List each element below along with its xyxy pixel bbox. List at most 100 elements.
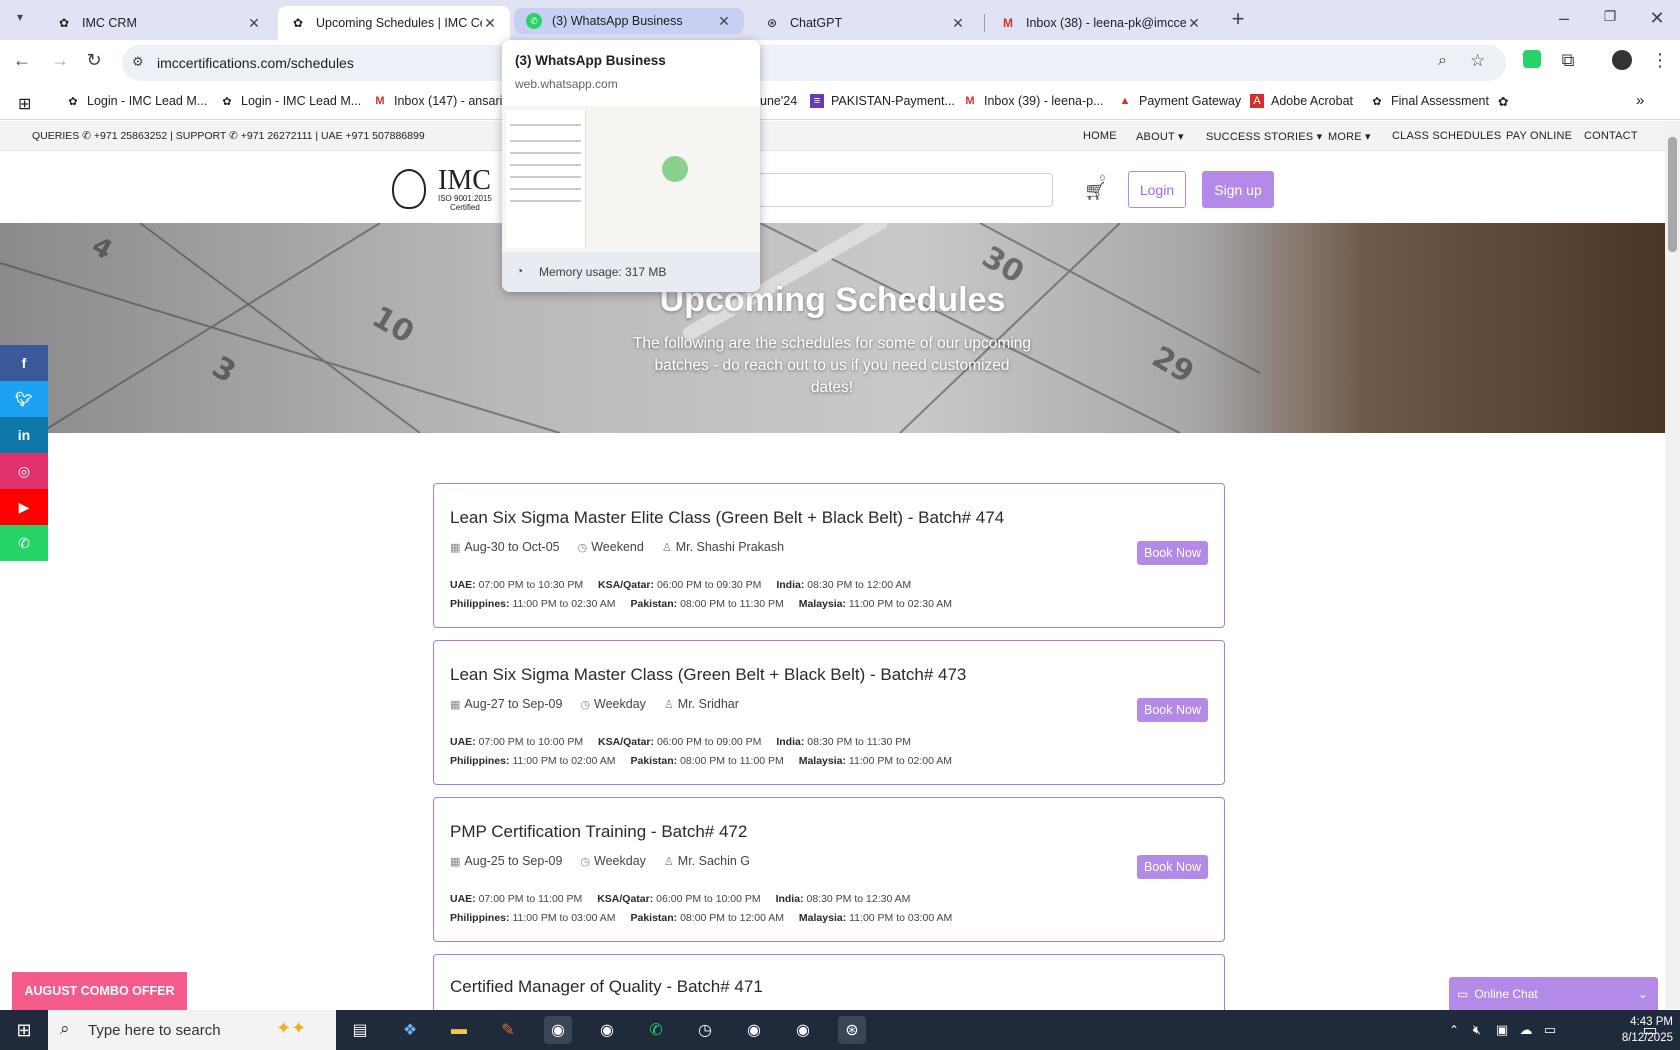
bookmark-item[interactable]: ✿ Final Assessment: [1370, 94, 1489, 108]
tab-whatsapp-business[interactable]: ✆ (3) WhatsApp Business ✕: [514, 8, 744, 34]
zoom-icon[interactable]: ⌕: [1438, 52, 1447, 70]
bookmarks-bar: ⊞ ✿ Login - IMC Lead M... ✿ Login - IMC Le…: [0, 86, 1680, 120]
combo-offer-button[interactable]: AUGUST COMBO OFFER: [12, 972, 187, 1010]
notifications-icon[interactable]: ▭: [1636, 1016, 1664, 1044]
site-info-icon[interactable]: ⚙: [132, 54, 144, 70]
extensions-icon[interactable]: ⧉: [1556, 50, 1580, 71]
online-chat-widget[interactable]: ▭ Online Chat ⌄: [1449, 977, 1658, 1010]
svg-text:29: 29: [1146, 340, 1200, 391]
tab-chatgpt[interactable]: ⊛ ChatGPT ✕: [752, 6, 978, 40]
chrome-icon[interactable]: ◉: [789, 1016, 817, 1044]
taskbar-search-input[interactable]: ⌕ Type here to search ✦✦: [48, 1010, 336, 1050]
twitter-icon[interactable]: 🐦︎: [0, 381, 48, 417]
window-close-icon[interactable]: ✕: [1645, 8, 1669, 29]
login-button[interactable]: Login: [1128, 171, 1186, 208]
forward-icon[interactable]: →: [48, 50, 72, 71]
bookmark-item[interactable]: ✿ Login - IMC Lead M...: [66, 94, 207, 108]
book-now-button[interactable]: Book Now: [1137, 541, 1208, 565]
instagram-icon[interactable]: ◎: [0, 453, 48, 489]
volume-muted-icon[interactable]: 🔇︎: [1463, 1016, 1491, 1044]
bookmark-label: PAKISTAN-Payment...: [831, 94, 955, 108]
tab-title: IMC CRM: [82, 16, 137, 30]
schedule-card: PMP Certification Training - Batch# 472 …: [433, 797, 1225, 942]
course-meta: ▦ Aug-30 to Oct-05 ◷ Weekend ♙ Mr. Shashi P…: [450, 540, 784, 554]
reload-icon[interactable]: ↻: [82, 50, 106, 71]
copilot-icon[interactable]: ❖: [396, 1016, 424, 1044]
whatsapp-icon[interactable]: ✆: [642, 1016, 670, 1044]
book-now-button[interactable]: Book Now: [1137, 855, 1208, 879]
new-tab-button[interactable]: +: [1226, 6, 1250, 32]
close-icon[interactable]: ✕: [246, 15, 262, 32]
chrome-icon[interactable]: ◉: [544, 1016, 572, 1044]
bookmark-item[interactable]: A Adobe Acrobat: [1250, 94, 1353, 108]
bookmark-item[interactable]: ≡ PAKISTAN-Payment...: [810, 94, 955, 108]
task-view-icon[interactable]: ▤: [346, 1016, 374, 1044]
bookmark-item[interactable]: M Inbox (39) - leena-p...: [963, 94, 1103, 108]
chrome-icon[interactable]: ◉: [740, 1016, 768, 1044]
preview-thumbnail: [502, 106, 760, 252]
timings-row: UAE: 07:00 PM to 10:30 PM KSA/Qatar: 06:…: [450, 579, 912, 591]
hero-banner: 4 10 3 29 30 Upcoming Schedules The foll…: [0, 223, 1665, 433]
bookmark-item[interactable]: une'24: [760, 94, 797, 108]
tab-gmail-inbox[interactable]: M Inbox (38) - leena-pk@imccerti ✕: [988, 6, 1214, 40]
chrome-icon[interactable]: ◉: [593, 1016, 621, 1044]
chat-label: Online Chat: [1474, 986, 1538, 1001]
tab-imc-crm[interactable]: ✿ IMC CRM ✕: [44, 6, 274, 40]
bookmark-item[interactable]: M Inbox (147) - ansaril...: [373, 94, 515, 108]
tab-search-icon[interactable]: ▾: [8, 10, 32, 24]
timings-row: UAE: 07:00 PM to 10:00 PM KSA/Qatar: 06:…: [450, 736, 911, 748]
profile-avatar[interactable]: [1610, 50, 1634, 75]
address-bar[interactable]: ⚙ imccertifications.com/schedules ⌕ ☆: [122, 45, 1506, 81]
nav-home[interactable]: HOME: [1083, 130, 1117, 142]
chevron-down-icon[interactable]: ⌄: [1638, 987, 1648, 1001]
nav-class-schedules[interactable]: CLASS SCHEDULES: [1392, 130, 1501, 142]
book-now-button[interactable]: Book Now: [1137, 698, 1208, 722]
tab-separator: [984, 14, 985, 32]
timings-row: Philippines: 11:00 PM to 02:30 AM Pakist…: [450, 598, 953, 610]
minimize-icon[interactable]: –: [1552, 8, 1576, 29]
course-meta: ▦ Aug-25 to Sep-09 ◷ Weekday ♙ Mr. Sachin G: [450, 854, 750, 868]
close-icon[interactable]: ✕: [482, 15, 498, 32]
chatgpt-icon[interactable]: ⊛: [838, 1016, 866, 1044]
close-icon[interactable]: ✕: [1186, 15, 1202, 32]
chatgpt-icon: ⊛: [766, 16, 778, 30]
site-header: IMC ISO 9001:2015 Certified 🛒︎ 0 Login S…: [0, 151, 1665, 223]
menu-icon[interactable]: ⋮: [1648, 50, 1672, 71]
restore-icon[interactable]: ❐: [1598, 8, 1622, 25]
network-icon[interactable]: ▭: [1536, 1016, 1564, 1044]
nav-more[interactable]: MORE ▾: [1328, 130, 1371, 143]
search-placeholder: Type here to search: [88, 1021, 221, 1039]
back-icon[interactable]: ←: [10, 50, 34, 71]
imc-favicon-icon[interactable]: ✿: [1498, 94, 1508, 109]
preview-url: web.whatsapp.com: [515, 77, 618, 91]
tab-upcoming-schedules[interactable]: ✿ Upcoming Schedules | IMC Cer ✕: [278, 6, 510, 40]
close-icon[interactable]: ✕: [716, 13, 732, 30]
whatsapp-icon[interactable]: ✆: [0, 525, 48, 561]
more-bookmarks-icon[interactable]: »: [1636, 92, 1644, 109]
url-text[interactable]: imccertifications.com/schedules: [157, 55, 354, 71]
bookmark-star-icon[interactable]: ☆: [1470, 51, 1485, 71]
site-search-input[interactable]: [740, 173, 1053, 207]
nav-about[interactable]: ABOUT ▾: [1136, 130, 1184, 143]
bookmark-item[interactable]: ✿ Login - IMC Lead M...: [220, 94, 361, 108]
apps-icon[interactable]: ⊞: [18, 94, 31, 114]
linkedin-icon[interactable]: in: [0, 417, 48, 453]
bookmark-item[interactable]: ▲ Payment Gateway: [1118, 94, 1242, 108]
nav-contact[interactable]: CONTACT: [1584, 130, 1638, 142]
whatsapp-extension-icon[interactable]: [1520, 50, 1544, 73]
file-explorer-icon[interactable]: ▬: [445, 1016, 473, 1044]
clock-app-icon[interactable]: ◷: [691, 1016, 719, 1044]
cart-icon[interactable]: 🛒︎: [1084, 181, 1107, 202]
page-scrollbar[interactable]: [1665, 121, 1680, 1009]
imc-favicon-icon: ✿: [1372, 95, 1382, 108]
signup-button[interactable]: Sign up: [1202, 171, 1274, 208]
app-icon[interactable]: ✎: [494, 1016, 522, 1044]
facebook-icon[interactable]: f: [0, 345, 48, 381]
windows-start-icon[interactable]: ⊞: [10, 1016, 38, 1044]
close-icon[interactable]: ✕: [950, 15, 966, 32]
nav-pay-online[interactable]: PAY ONLINE: [1506, 130, 1572, 142]
scrollbar-thumb[interactable]: [1668, 137, 1677, 252]
youtube-icon[interactable]: ▶: [0, 489, 48, 525]
nav-success-stories[interactable]: SUCCESS STORIES ▾: [1206, 130, 1322, 143]
imc-logo[interactable]: IMC ISO 9001:2015 Certified: [392, 165, 502, 212]
